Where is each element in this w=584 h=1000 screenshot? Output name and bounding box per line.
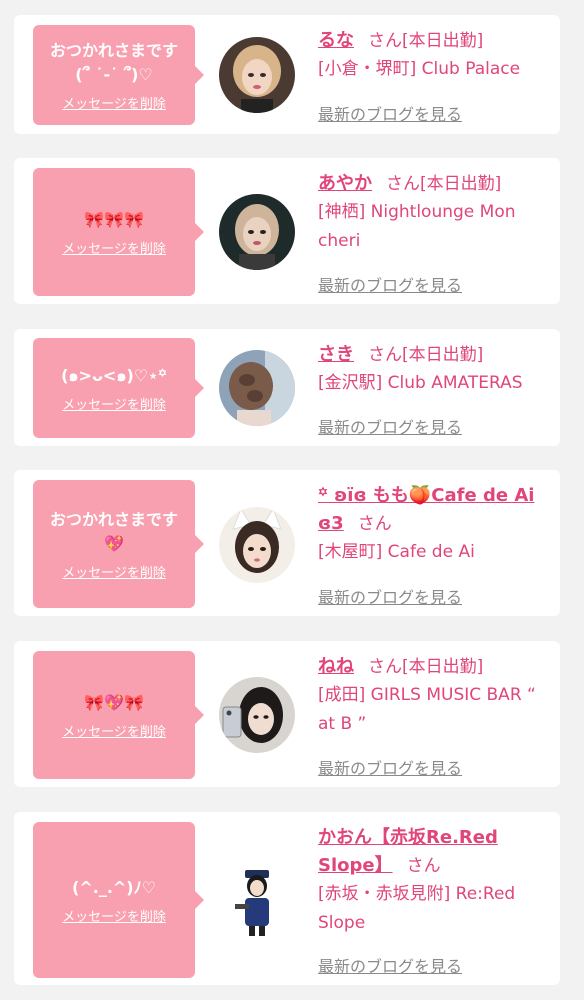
message-card-momo: おつかれさまです 💖 メッセージを削除 ꙳ ʚїɞ もも🍑Cafe de Ai …	[14, 470, 560, 616]
latest-blog-link[interactable]: 最新のブログを見る	[318, 101, 462, 125]
message-bubble: 🎀🎀🎀 メッセージを削除	[33, 168, 204, 296]
profile-info: あやか さん[本日出勤] [神栖] Nightlounge Mon cheri	[318, 170, 554, 256]
delete-message-link[interactable]: メッセージを削除	[62, 238, 166, 257]
woman-cat-ears-portrait-icon	[219, 507, 295, 583]
woman-dark-portrait-icon	[219, 194, 295, 270]
woman-blonde-portrait-icon	[219, 37, 295, 113]
avatar[interactable]	[219, 194, 295, 270]
message-bubble: おつかれさまです (՞ ˙-˙ ՞)♡ メッセージを削除	[33, 25, 204, 125]
shop-name: [木屋町] Cafe de Ai	[318, 542, 475, 562]
message-card-luna: おつかれさまです (՞ ˙-˙ ՞)♡ メッセージを削除 るな さん[本日出勤] …	[14, 15, 560, 134]
avatar[interactable]	[219, 37, 295, 113]
message-card-saki: (๑>ᴗ<๑)♡⋆꙳ メッセージを削除 さき さん[本日出勤] [金沢駅] Clu…	[14, 329, 560, 446]
delete-message-link[interactable]: メッセージを削除	[62, 562, 166, 581]
message-bubble: (๑>ᴗ<๑)♡⋆꙳ メッセージを削除	[33, 338, 204, 438]
honorific: さん	[386, 174, 420, 194]
message-text: おつかれさまです 💖	[49, 509, 178, 553]
message-bubble: (^._.^)ﾉ♡ メッセージを削除	[33, 822, 204, 978]
profile-info: さき さん[本日出勤] [金沢駅] Club AMATERAS	[318, 341, 554, 398]
honorific: さん	[406, 856, 441, 876]
latest-blog-link[interactable]: 最新のブログを見る	[318, 953, 462, 977]
message-bubble: おつかれさまです 💖 メッセージを削除	[33, 480, 204, 608]
message-text: 🎀💖🎀	[84, 692, 144, 712]
delete-message-link[interactable]: メッセージを削除	[62, 394, 166, 413]
honorific: さん	[357, 514, 392, 534]
delete-message-link[interactable]: メッセージを削除	[62, 721, 166, 740]
delete-message-link[interactable]: メッセージを削除	[62, 93, 166, 112]
honorific: さん	[368, 345, 402, 365]
avatar[interactable]	[219, 350, 295, 426]
avatar[interactable]	[219, 507, 295, 583]
delete-message-link[interactable]: メッセージを削除	[62, 906, 166, 925]
message-card-kaon: (^._.^)ﾉ♡ メッセージを削除 かおん【赤坂Re.Red Slope】 さん…	[14, 812, 560, 985]
honorific: さん	[368, 657, 402, 677]
shop-name: [小倉・堺町] Club Palace	[318, 59, 521, 79]
avatar[interactable]	[219, 677, 295, 753]
woman-braided-hair-portrait-icon	[219, 350, 295, 426]
shop-name: [神栖] Nightlounge Mon cheri	[318, 202, 516, 251]
message-text: 🎀🎀🎀	[84, 209, 144, 229]
message-card-nene: 🎀💖🎀 メッセージを削除 ねね さん[本日出勤] [成田] GIRLS MUSIC…	[14, 641, 560, 787]
honorific: さん	[368, 31, 402, 51]
status-badge: [本日出勤]	[420, 174, 502, 194]
message-text: (^._.^)ﾉ♡	[72, 877, 156, 897]
avatar[interactable]	[219, 862, 295, 938]
woman-phone-selfie-portrait-icon	[219, 677, 295, 753]
police-costume-figure-icon	[219, 862, 295, 938]
message-list: おつかれさまです (՞ ˙-˙ ՞)♡ メッセージを削除 るな さん[本日出勤] …	[0, 0, 584, 1000]
profile-name-link[interactable]: ꙳ ʚїɞ もも🍑Cafe de Ai ɞ3	[318, 485, 534, 534]
profile-name-link[interactable]: あやか	[318, 173, 372, 194]
shop-name: [金沢駅] Club AMATERAS	[318, 373, 523, 393]
latest-blog-link[interactable]: 最新のブログを見る	[318, 584, 462, 608]
message-text: (๑>ᴗ<๑)♡⋆꙳	[61, 365, 167, 385]
shop-name: [成田] GIRLS MUSIC BAR “ at B ”	[318, 685, 536, 734]
status-badge: [本日出勤]	[402, 657, 484, 677]
shop-name: [赤坂・赤坂見附] Re:Red Slope	[318, 884, 516, 933]
profile-name-link[interactable]: ねね	[318, 656, 354, 677]
profile-info: かおん【赤坂Re.Red Slope】 さん [赤坂・赤坂見附] Re:Red S…	[318, 824, 554, 938]
profile-name-link[interactable]: さき	[318, 344, 354, 365]
latest-blog-link[interactable]: 最新のブログを見る	[318, 755, 462, 779]
message-card-ayaka: 🎀🎀🎀 メッセージを削除 あやか さん[本日出勤] [神栖] Nightloung…	[14, 158, 560, 304]
latest-blog-link[interactable]: 最新のブログを見る	[318, 272, 462, 296]
profile-info: ꙳ ʚїɞ もも🍑Cafe de Ai ɞ3 さん [木屋町] Cafe de A…	[318, 482, 554, 567]
profile-name-link[interactable]: るな	[318, 30, 354, 51]
latest-blog-link[interactable]: 最新のブログを見る	[318, 414, 462, 438]
profile-info: ねね さん[本日出勤] [成田] GIRLS MUSIC BAR “ at B ”	[318, 653, 554, 739]
status-badge: [本日出勤]	[402, 345, 484, 365]
status-badge: [本日出勤]	[402, 31, 484, 51]
message-bubble: 🎀💖🎀 メッセージを削除	[33, 651, 204, 779]
profile-info: るな さん[本日出勤] [小倉・堺町] Club Palace	[318, 27, 554, 84]
message-text: おつかれさまです (՞ ˙-˙ ՞)♡	[49, 40, 178, 84]
